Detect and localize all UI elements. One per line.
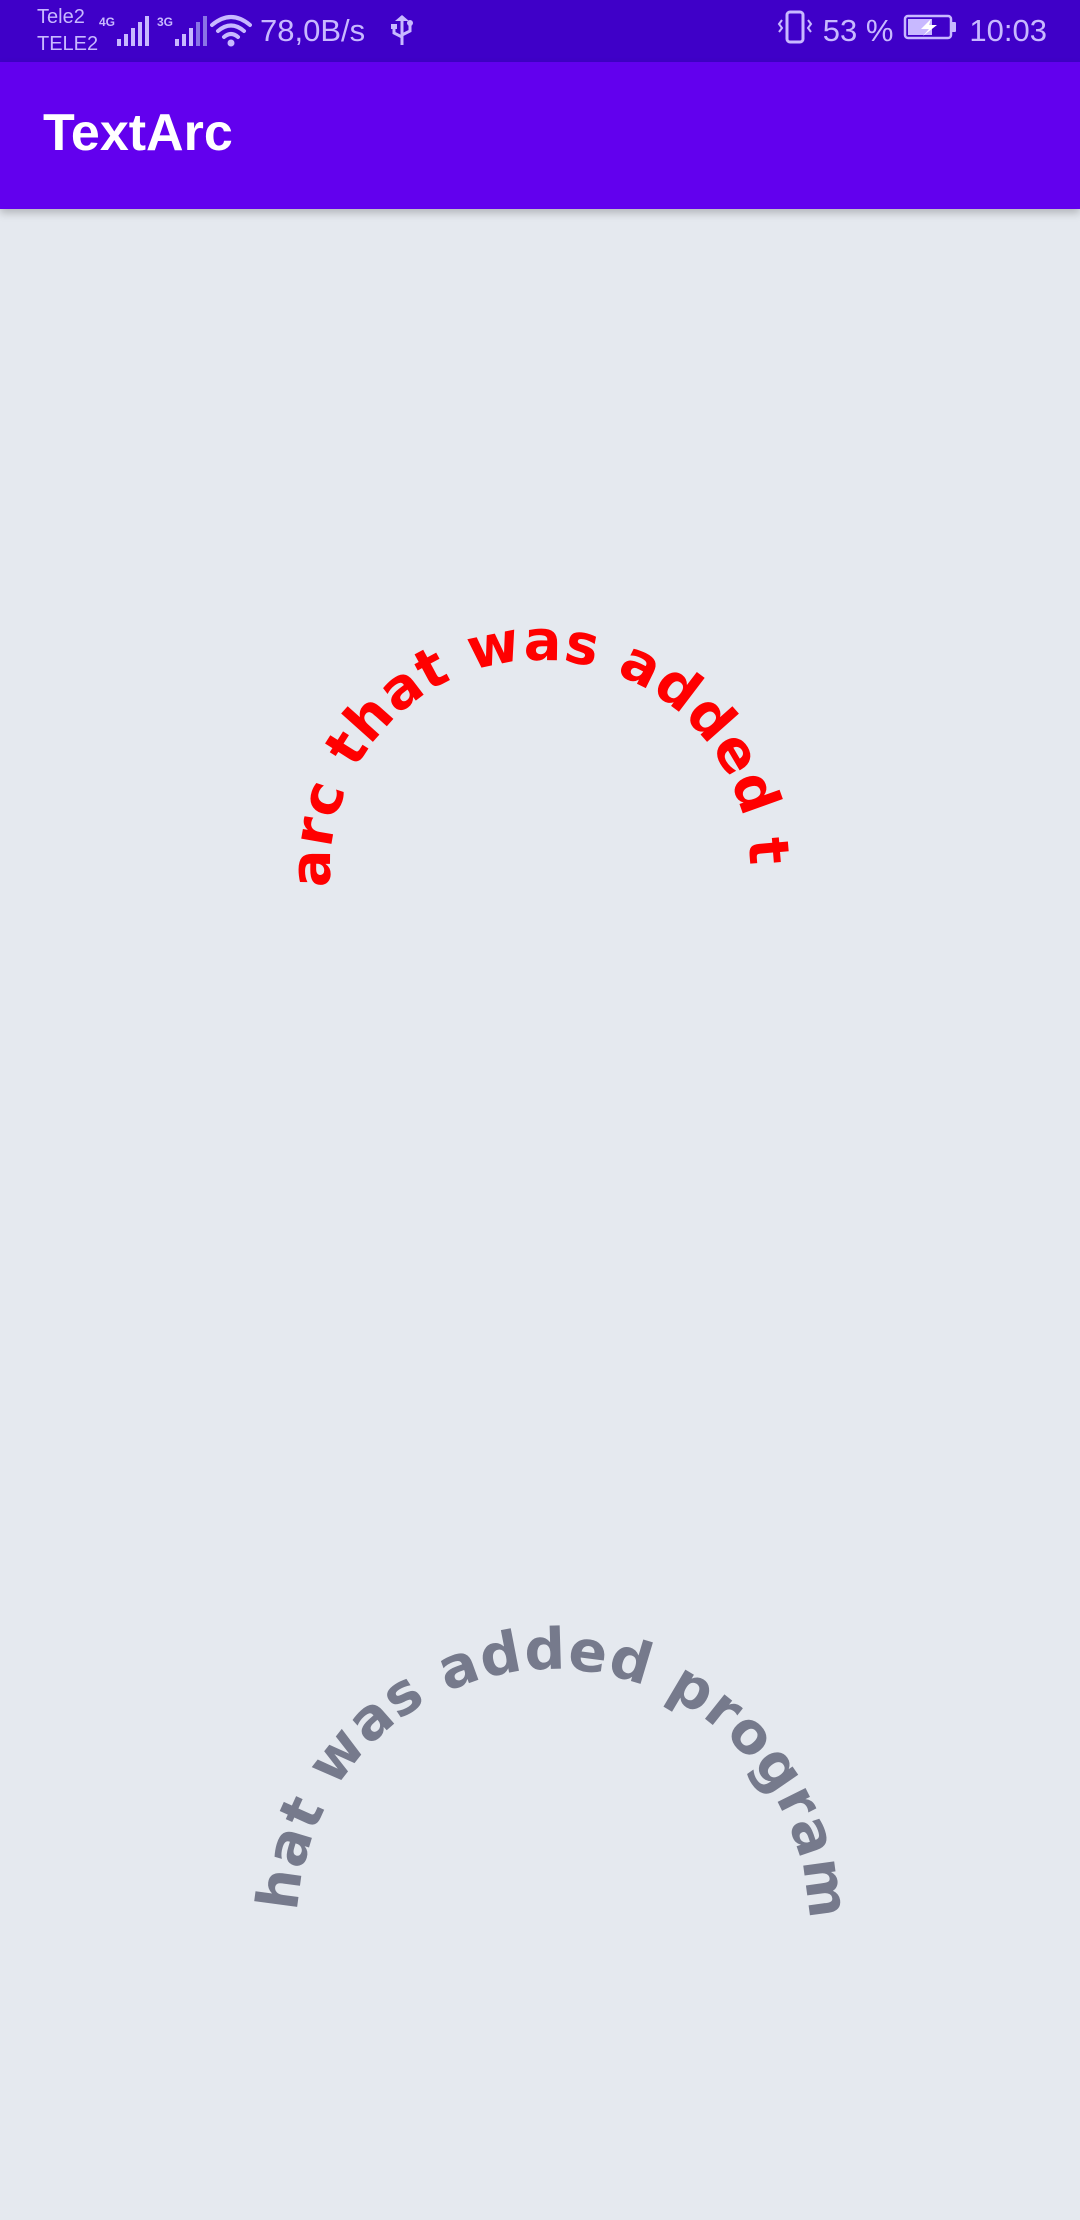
svg-text:4G: 4G	[99, 15, 115, 29]
battery-percent: 53 %	[822, 13, 894, 48]
carrier-2: TELE2	[37, 33, 99, 55]
network-speed: 78,0B/s	[260, 13, 366, 48]
text-arcs: Text arc that was added to xml Text arc …	[0, 0, 862, 1923]
signal-4g-icon: 4G	[99, 13, 151, 48]
programmatic-arc-label: Text arc that was added programmatically	[0, 0, 861, 1923]
usb-icon	[389, 13, 415, 49]
carrier-1: Tele2	[37, 6, 85, 28]
status-bar: Tele2 TELE2 4G 3G 78,0B/s 53 % 10:03	[0, 0, 1080, 62]
app-title: TextArc	[43, 104, 233, 162]
status-right-group: 53 % 10:03	[777, 10, 1047, 52]
svg-text:3G: 3G	[157, 15, 173, 29]
vibrate-icon	[777, 10, 813, 52]
app-bar: TextArc	[0, 62, 1080, 209]
programmatic-text-arc: Text arc that was added programmatically	[0, 0, 862, 1923]
carrier-stack: Tele2 TELE2	[37, 4, 98, 58]
app-screen: Tele2 TELE2 4G 3G 78,0B/s 53 % 10:03 Tex…	[0, 0, 1080, 2220]
wifi-icon	[210, 14, 252, 48]
signal-3g-icon: 3G	[157, 13, 209, 48]
clock: 10:03	[969, 13, 1047, 48]
battery-charging-icon	[903, 13, 959, 49]
